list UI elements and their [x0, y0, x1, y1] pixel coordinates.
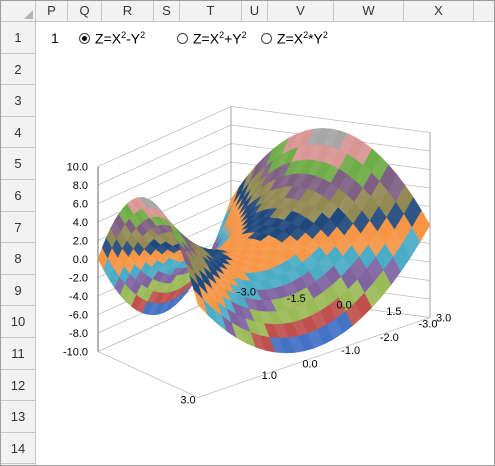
function-option-label: Z=X2*Y2 — [277, 30, 328, 47]
row-header-6[interactable]: 6 — [1, 180, 35, 212]
surface-chart[interactable]: 10.0 8.0 6.0 4.0 2.0 0.0 -2.0 -4.0 -6.0 -8.0 -10.0… — [36, 53, 492, 459]
radio-button[interactable] — [261, 32, 272, 44]
radio-button[interactable] — [79, 32, 90, 44]
label-operator-term: +Y — [224, 30, 242, 47]
row-header-2[interactable]: 2 — [1, 54, 35, 86]
column-header-u[interactable]: U — [242, 1, 268, 21]
column-header-t[interactable]: T — [180, 1, 242, 21]
z-tick-label: 6.0 — [73, 199, 88, 211]
label-exponent: 2 — [140, 30, 146, 40]
column-header-bar: PQRSTUVWX — [1, 1, 494, 22]
function-option-3[interactable]: Z=X2*Y2 — [261, 30, 328, 47]
function-option-label: Z=X2-Y2 — [95, 30, 145, 47]
row-header-11[interactable]: 11 — [1, 338, 35, 370]
row-header-13[interactable]: 13 — [1, 401, 35, 433]
column-header-v[interactable]: V — [268, 1, 334, 21]
spreadsheet: PQRSTUVWX 1 2 3 4 5 6 7 8 9 10 11 12 13 14 1 Z=X2-Y2 Z… — [0, 0, 495, 466]
row-header-9[interactable]: 9 — [1, 275, 35, 307]
row-header-1[interactable]: 1 — [1, 22, 35, 54]
y-tick-label: 0.0 — [337, 300, 352, 312]
z-tick-label: -10.0 — [63, 347, 88, 359]
z-tick-label: 4.0 — [73, 217, 88, 229]
y-tick-label: 3.0 — [436, 313, 451, 325]
select-all-corner[interactable] — [1, 1, 36, 21]
label-base: Z=X — [277, 30, 304, 47]
x-tick-label: 1.0 — [262, 370, 277, 382]
z-tick-label: 10.0 — [67, 162, 88, 174]
x-tick-label: -1.0 — [341, 345, 360, 357]
radio-button[interactable] — [177, 32, 188, 44]
label-exponent: 2 — [322, 30, 328, 40]
z-tick-label: -4.0 — [69, 291, 88, 303]
z-tick-label: -8.0 — [69, 328, 88, 340]
row-header-bar: 1 2 3 4 5 6 7 8 9 10 11 12 13 14 — [1, 22, 36, 465]
y-tick-label: 1.5 — [386, 306, 401, 318]
function-option-2[interactable]: Z=X2+Y2 — [177, 30, 247, 47]
column-header-w[interactable]: W — [334, 1, 404, 21]
selected-index-cell: 1 — [51, 30, 59, 46]
row-header-12[interactable]: 12 — [1, 370, 35, 402]
label-base: Z=X — [193, 30, 220, 47]
label-operator-term: *Y — [308, 30, 323, 47]
row-header-10[interactable]: 10 — [1, 306, 35, 338]
column-header-r[interactable]: R — [102, 1, 154, 21]
column-header-x[interactable]: X — [404, 1, 474, 21]
row-header-4[interactable]: 4 — [1, 117, 35, 149]
column-header-p[interactable]: P — [36, 1, 68, 21]
row-header-7[interactable]: 7 — [1, 212, 35, 244]
row-header-8[interactable]: 8 — [1, 243, 35, 275]
surface-chart-svg: 10.0 8.0 6.0 4.0 2.0 0.0 -2.0 -4.0 -6.0 -8.0 -10.0… — [63, 106, 451, 407]
z-tick-label: 0.0 — [73, 254, 88, 266]
function-option-label: Z=X2+Y2 — [193, 30, 247, 47]
label-operator-term: -Y — [126, 30, 141, 47]
x-tick-label: 3.0 — [180, 395, 195, 407]
label-base: Z=X — [95, 30, 122, 47]
z-tick-label: -6.0 — [69, 310, 88, 322]
z-tick-label: 2.0 — [73, 236, 88, 248]
y-tick-label: -3.0 — [237, 287, 256, 299]
row-header-14[interactable]: 14 — [1, 433, 35, 465]
x-tick-label: -2.0 — [380, 332, 399, 344]
row-header-5[interactable]: 5 — [1, 148, 35, 180]
row-header-3[interactable]: 3 — [1, 85, 35, 117]
column-header-s[interactable]: S — [154, 1, 180, 21]
x-tick-label: -3.0 — [419, 319, 438, 331]
z-tick-label: 8.0 — [73, 180, 88, 192]
column-header-q[interactable]: Q — [68, 1, 102, 21]
function-option-1[interactable]: Z=X2-Y2 — [79, 30, 145, 47]
x-tick-label: 0.0 — [302, 359, 317, 371]
y-tick-label: -1.5 — [287, 293, 306, 305]
label-exponent: 2 — [241, 30, 247, 40]
z-tick-label: -2.0 — [69, 273, 88, 285]
